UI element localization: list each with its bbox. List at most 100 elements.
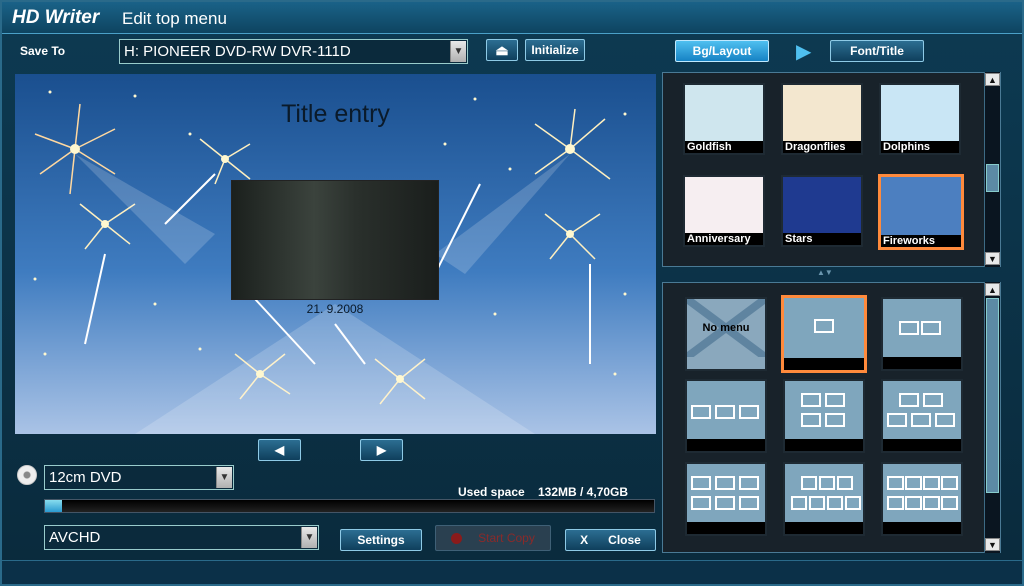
layout-3-thumbs[interactable] bbox=[685, 379, 767, 453]
layout-5-thumbs[interactable] bbox=[881, 379, 963, 453]
thumb-slot bbox=[691, 476, 711, 490]
scroll-thumb[interactable] bbox=[986, 298, 999, 493]
used-space-bar bbox=[44, 499, 655, 513]
layout-footer bbox=[687, 522, 765, 534]
tile-label: Fireworks bbox=[881, 235, 961, 247]
thumb-slot bbox=[941, 496, 958, 510]
layout-2-thumbs[interactable] bbox=[881, 297, 963, 371]
background-tile-goldfish[interactable]: Goldfish bbox=[683, 83, 765, 155]
layout-7-thumbs[interactable] bbox=[783, 462, 865, 536]
eject-icon: ⏏ bbox=[495, 41, 509, 58]
thumb-slot bbox=[715, 476, 735, 490]
scroll-up-icon[interactable]: ▲ bbox=[985, 73, 1000, 86]
thumb-slot bbox=[801, 413, 821, 427]
background-tile-dragonflies[interactable]: Dragonflies bbox=[781, 83, 863, 155]
tab-font-title-label: Font/Title bbox=[850, 44, 904, 58]
initialize-button[interactable]: Initialize bbox=[525, 39, 585, 61]
record-icon bbox=[451, 532, 463, 544]
thumb-slot bbox=[825, 393, 845, 407]
scroll-down-icon[interactable]: ▼ bbox=[985, 538, 1000, 551]
tile-label: Stars bbox=[783, 233, 861, 245]
drive-select[interactable]: H: PIONEER DVD-RW DVR-111D ▼ bbox=[119, 39, 468, 64]
settings-button[interactable]: Settings bbox=[340, 529, 422, 551]
layout-scrollbar[interactable]: ▲ ▼ bbox=[984, 282, 1000, 553]
thumb-slot bbox=[899, 393, 919, 407]
chevron-down-icon[interactable]: ▼ bbox=[301, 527, 317, 548]
layout-footer bbox=[883, 522, 961, 534]
thumb-slot bbox=[899, 321, 919, 335]
layout-no-menu[interactable]: No menu bbox=[685, 297, 767, 371]
start-copy-button[interactable]: Start Copy bbox=[435, 525, 551, 551]
thumb-slot bbox=[923, 393, 943, 407]
prev-page-button[interactable]: ◀ bbox=[258, 439, 301, 461]
chevron-right-icon: ▶ bbox=[376, 443, 387, 457]
layout-6-thumbs[interactable] bbox=[685, 462, 767, 536]
app-window: HD Writer Edit top menu Save To H: PIONE… bbox=[0, 0, 1024, 586]
layout-footer bbox=[785, 522, 863, 534]
layout-8-thumbs[interactable] bbox=[881, 462, 963, 536]
thumb-slot bbox=[801, 393, 821, 407]
background-tile-stars[interactable]: Stars bbox=[781, 175, 863, 247]
thumb-slot bbox=[923, 496, 940, 510]
used-space-fill bbox=[45, 500, 63, 512]
background-tile-fireworks[interactable]: Fireworks bbox=[878, 174, 964, 250]
tile-label: Dragonflies bbox=[783, 141, 861, 153]
layout-4-thumbs[interactable] bbox=[783, 379, 865, 453]
preview-title: Title entry bbox=[281, 100, 390, 128]
thumb-slot bbox=[941, 476, 958, 490]
background-tile-anniversary[interactable]: Anniversary bbox=[683, 175, 765, 247]
settings-label: Settings bbox=[357, 533, 405, 547]
format-value: AVCHD bbox=[49, 529, 101, 546]
chevron-down-icon[interactable]: ▼ bbox=[450, 41, 466, 62]
scroll-up-icon[interactable]: ▲ bbox=[985, 283, 1000, 296]
close-button[interactable]: X Close bbox=[565, 529, 656, 551]
thumb-slot bbox=[691, 405, 711, 419]
format-select[interactable]: AVCHD ▼ bbox=[44, 525, 319, 550]
thumb-slot bbox=[827, 496, 843, 510]
layout-footer bbox=[785, 439, 863, 451]
thumb-slot bbox=[715, 405, 735, 419]
eject-button[interactable]: ⏏ bbox=[486, 39, 518, 61]
app-brand: HD Writer bbox=[12, 7, 100, 28]
tile-label: Dolphins bbox=[881, 141, 959, 153]
layout-footer bbox=[784, 358, 864, 370]
thumb-slot bbox=[739, 496, 759, 510]
disc-icon bbox=[17, 465, 37, 485]
thumb-slot bbox=[911, 413, 931, 427]
thumb-slot bbox=[923, 476, 940, 490]
tab-font-title[interactable]: Font/Title bbox=[830, 40, 924, 62]
save-to-label: Save To bbox=[20, 44, 66, 58]
disc-type-select[interactable]: 12cm DVD ▼ bbox=[44, 465, 234, 490]
background-tile-dolphins[interactable]: Dolphins bbox=[879, 83, 961, 155]
background-gallery: Goldfish Dragonflies Dolphins Anniversar… bbox=[662, 72, 1001, 267]
splitter-handle-icon[interactable]: ▲▼ bbox=[817, 268, 839, 277]
thumb-slot bbox=[814, 319, 834, 333]
status-bar bbox=[2, 560, 1022, 584]
scroll-thumb[interactable] bbox=[986, 164, 999, 192]
layout-1-thumb[interactable] bbox=[781, 295, 867, 373]
thumb-slot bbox=[739, 405, 759, 419]
next-page-button[interactable]: ▶ bbox=[360, 439, 403, 461]
thumb-slot bbox=[905, 496, 922, 510]
chevron-down-icon[interactable]: ▼ bbox=[216, 467, 232, 488]
used-space-value: 132MB / 4,70GB bbox=[538, 485, 629, 499]
background-scrollbar[interactable]: ▲ ▼ bbox=[984, 72, 1000, 267]
close-icon: X bbox=[580, 533, 589, 547]
video-thumbnail bbox=[231, 180, 439, 300]
thumb-slot bbox=[825, 413, 845, 427]
thumb-slot bbox=[791, 496, 807, 510]
disc-type-value: 12cm DVD bbox=[49, 469, 122, 486]
thumb-slot bbox=[887, 496, 904, 510]
scroll-down-icon[interactable]: ▼ bbox=[985, 252, 1000, 265]
no-menu-label: No menu bbox=[702, 322, 750, 334]
drive-select-value: H: PIONEER DVD-RW DVR-111D bbox=[124, 43, 351, 60]
thumbnail-date: 21. 9.2008 bbox=[306, 302, 364, 316]
tab-bg-layout[interactable]: Bg/Layout bbox=[675, 40, 769, 62]
window-title: Edit top menu bbox=[122, 9, 227, 28]
tab-bg-layout-label: Bg/Layout bbox=[692, 44, 752, 58]
thumb-slot bbox=[691, 496, 711, 510]
tab-arrow-icon: ▶ bbox=[796, 41, 812, 63]
initialize-label: Initialize bbox=[531, 43, 579, 57]
thumb-slot bbox=[845, 496, 861, 510]
chevron-left-icon: ◀ bbox=[274, 443, 285, 457]
